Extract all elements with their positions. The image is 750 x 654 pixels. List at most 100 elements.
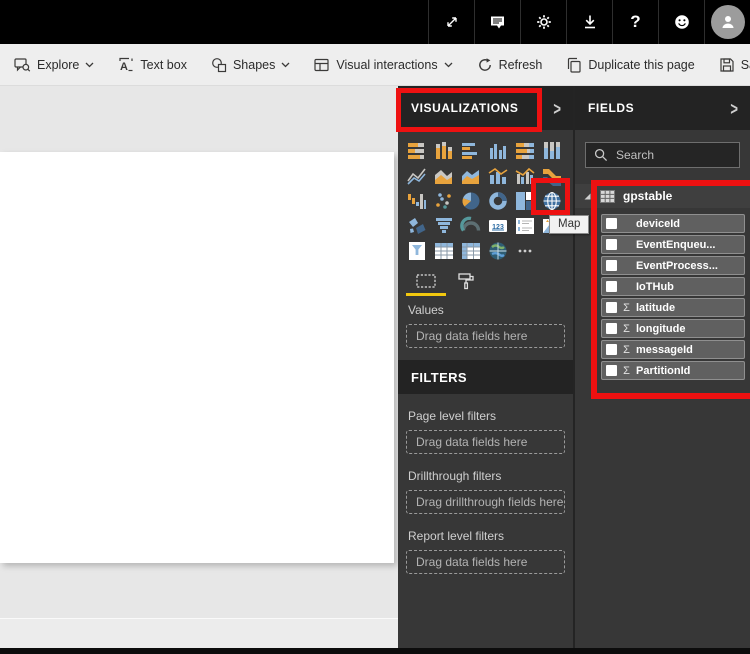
chevron-down-icon — [281, 62, 290, 68]
expand-icon[interactable] — [428, 0, 474, 44]
chevron-down-icon — [444, 62, 453, 68]
fields-pane-tab[interactable] — [406, 272, 446, 290]
field-name: PartitionId — [636, 364, 691, 377]
field-item-EventEnqueu[interactable]: EventEnqueu... — [601, 235, 745, 254]
line-and-stacked-column-chart-icon[interactable] — [484, 163, 511, 188]
text-box-icon: A — [118, 57, 134, 73]
map-icon[interactable] — [538, 188, 565, 213]
duplicate-this-page-icon — [566, 57, 582, 73]
ribbon-chart-icon[interactable] — [538, 163, 565, 188]
multi-row-card-icon[interactable] — [511, 213, 538, 238]
table-icon[interactable] — [430, 238, 457, 263]
stacked-area-chart-icon[interactable] — [457, 163, 484, 188]
clustered-bar-chart-icon[interactable] — [457, 138, 484, 163]
stacked-column-chart-icon[interactable] — [430, 138, 457, 163]
field-checkbox[interactable] — [606, 260, 617, 271]
visualizations-collapse-chevron-icon[interactable]: > — [553, 98, 561, 119]
toolbar-text-box-label: Text box — [140, 57, 187, 72]
field-checkbox[interactable] — [606, 302, 617, 313]
field-checkbox[interactable] — [606, 281, 617, 292]
bottom-status-strip — [0, 648, 750, 654]
gauge-icon[interactable] — [457, 213, 484, 238]
sigma-icon: Σ — [623, 364, 630, 377]
field-checkbox[interactable] — [606, 239, 617, 250]
help-icon[interactable]: ? — [612, 0, 658, 44]
table-node-gpstable[interactable]: gpstable — [575, 184, 750, 208]
funnel-icon[interactable] — [430, 213, 457, 238]
area-chart-icon[interactable] — [430, 163, 457, 188]
field-name: IoTHub — [636, 280, 674, 293]
pie-chart-icon[interactable] — [457, 188, 484, 213]
format-pane-tab[interactable] — [446, 271, 486, 291]
fields-collapse-chevron-icon[interactable]: > — [730, 98, 738, 119]
toolbar-explore-button[interactable]: Explore — [14, 57, 94, 73]
arcgis-map-icon[interactable] — [484, 238, 511, 263]
active-tab-underline — [406, 293, 446, 296]
save-icon — [719, 57, 735, 73]
toolbar-shapes-button[interactable]: Shapes — [211, 57, 290, 73]
top-app-bar: ? — [0, 0, 750, 44]
table-name: gpstable — [623, 189, 673, 203]
hundred-stacked-column-chart-icon[interactable] — [538, 138, 565, 163]
filter-drop-zone[interactable]: Drag data fields here — [406, 550, 565, 574]
download-icon[interactable] — [566, 0, 612, 44]
search-icon — [594, 148, 608, 162]
field-checkbox[interactable] — [606, 344, 617, 355]
filled-map-icon[interactable] — [403, 213, 430, 238]
fields-search-input[interactable] — [616, 148, 731, 162]
powerbi-window: ? Explore A Text box Shapes Visual interacti… — [0, 0, 750, 654]
treemap-icon[interactable] — [511, 188, 538, 213]
field-checkbox[interactable] — [606, 365, 617, 376]
stacked-bar-chart-icon[interactable] — [403, 138, 430, 163]
visualizations-panel: VISUALIZATIONS > 123 Values Drag data fi… — [398, 86, 573, 648]
waterfall-chart-icon[interactable] — [403, 188, 430, 213]
line-chart-icon[interactable] — [403, 163, 430, 188]
paint-roller-icon — [458, 273, 474, 290]
comment-feedback-icon[interactable] — [474, 0, 520, 44]
toolbar-visual-interactions-button[interactable]: Visual interactions — [314, 57, 453, 73]
field-item-messageId[interactable]: ΣmessageId — [601, 340, 745, 359]
toolbar-refresh-button[interactable]: Refresh — [477, 57, 542, 73]
fields-title: FIELDS — [588, 101, 635, 115]
field-item-PartitionId[interactable]: Σ PartitionId — [601, 361, 745, 380]
field-item-longitude[interactable]: Σlongitude — [601, 319, 745, 338]
clustered-column-chart-icon[interactable] — [484, 138, 511, 163]
toolbar-save-label: Save — [740, 57, 750, 72]
smiley-feedback-icon[interactable] — [658, 0, 704, 44]
filter-drop-zone[interactable]: Drag drillthrough fields here — [406, 490, 565, 514]
settings-gear-icon[interactable] — [520, 0, 566, 44]
matrix-icon[interactable] — [457, 238, 484, 263]
table-icon — [600, 189, 615, 203]
donut-chart-icon[interactable] — [484, 188, 511, 213]
filters-title: FILTERS — [411, 369, 467, 385]
toolbar-duplicate-this-page-button[interactable]: Duplicate this page — [566, 57, 695, 73]
field-checkbox[interactable] — [606, 323, 617, 334]
line-and-clustered-column-chart-icon[interactable] — [511, 163, 538, 188]
field-item-EventProcess[interactable]: EventProcess... — [601, 256, 745, 275]
field-item-IoTHub[interactable]: IoTHub — [601, 277, 745, 296]
values-drop-zone[interactable]: Drag data fields here — [406, 324, 565, 348]
expand-collapse-triangle-icon[interactable] — [583, 192, 592, 201]
toolbar-save-button[interactable]: Save — [719, 57, 750, 73]
visual-interactions-icon — [314, 57, 330, 73]
visualizations-title: VISUALIZATIONS — [411, 101, 519, 115]
slicer-icon[interactable] — [403, 238, 430, 263]
more-options-icon[interactable] — [511, 238, 538, 263]
field-checkbox[interactable] — [606, 218, 617, 229]
sigma-icon: Σ — [623, 322, 630, 335]
field-item-deviceId[interactable]: deviceId — [601, 214, 745, 233]
report-canvas[interactable] — [0, 152, 394, 563]
field-name: deviceId — [636, 217, 681, 230]
hundred-stacked-bar-chart-icon[interactable] — [511, 138, 538, 163]
toolbar-duplicate-this-page-label: Duplicate this page — [588, 57, 695, 72]
toolbar-text-box-button[interactable]: A Text box — [118, 57, 187, 73]
visualization-type-grid: 123 — [403, 138, 573, 263]
filter-section-label: Report level filters — [408, 529, 505, 543]
field-item-latitude[interactable]: Σlatitude — [601, 298, 745, 317]
field-name: EventEnqueu... — [636, 238, 716, 251]
scatter-chart-icon[interactable] — [430, 188, 457, 213]
explore-icon — [14, 57, 31, 73]
filter-drop-zone[interactable]: Drag data fields here — [406, 430, 565, 454]
avatar[interactable] — [704, 0, 750, 44]
card-icon[interactable]: 123 — [484, 213, 511, 238]
